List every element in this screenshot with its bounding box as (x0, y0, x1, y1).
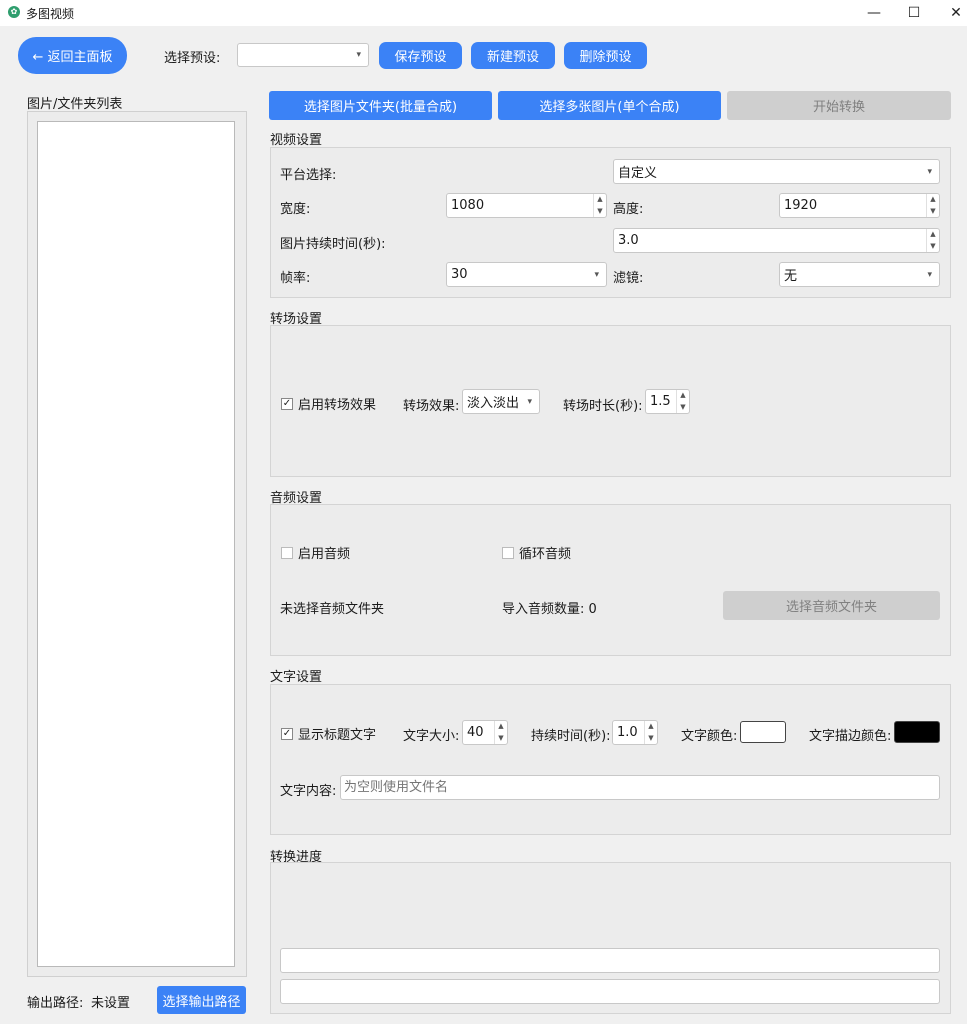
transition-effect-value: 淡入淡出 (467, 396, 520, 411)
text-size-label: 文字大小: (403, 729, 460, 744)
checkbox-unchecked-icon[interactable] (502, 546, 514, 559)
spin-down-icon[interactable]: ▼ (594, 206, 606, 218)
output-path-label: 输出路径: (27, 996, 84, 1011)
spin-up-icon[interactable]: ▲ (927, 229, 939, 241)
transition-effect-select[interactable]: 淡入淡出 ▾ (462, 389, 540, 414)
progress-bar-total (280, 979, 940, 1004)
enable-audio-label: 启用音频 (298, 547, 351, 562)
chevron-down-icon: ▾ (594, 269, 599, 280)
text-settings-title: 文字设置 (270, 670, 323, 685)
platform-label: 平台选择: (280, 168, 337, 183)
audio-folder-status: 未选择音频文件夹 (280, 602, 385, 617)
height-spinbox[interactable]: 1920 ▲ ▼ (779, 193, 940, 218)
chevron-down-icon: ▾ (527, 396, 532, 407)
checkbox-unchecked-icon[interactable] (281, 546, 293, 559)
chevron-down-icon: ▾ (356, 50, 361, 60)
spin-down-icon[interactable]: ▼ (495, 733, 507, 745)
image-duration-stepper[interactable]: ▲ ▼ (926, 229, 939, 252)
video-settings-title: 视频设置 (270, 133, 323, 148)
transition-duration-spinbox[interactable]: 1.5 ▲ ▼ (645, 389, 690, 414)
text-settings-group (270, 684, 951, 835)
image-duration-value: 3.0 (618, 233, 639, 248)
title-bar (0, 0, 967, 26)
loop-audio-label: 循环音频 (519, 547, 572, 562)
spin-down-icon[interactable]: ▼ (677, 402, 689, 414)
image-duration-spinbox[interactable]: 3.0 ▲ ▼ (613, 228, 940, 253)
fps-label: 帧率: (280, 271, 311, 286)
file-list-title: 图片/文件夹列表 (27, 97, 123, 112)
checkbox-checked-icon[interactable]: ✓ (281, 397, 293, 410)
chevron-down-icon: ▾ (927, 166, 932, 177)
chevron-down-icon: ▾ (927, 269, 932, 280)
text-color-swatch[interactable] (740, 721, 786, 743)
stroke-color-swatch[interactable] (894, 721, 940, 743)
maximize-icon[interactable]: ☐ (891, 0, 937, 26)
enable-transition-checkbox[interactable]: ✓ 启用转场效果 (281, 394, 376, 413)
show-title-text-label: 显示标题文字 (298, 728, 377, 743)
spin-up-icon[interactable]: ▲ (677, 390, 689, 402)
spin-up-icon[interactable]: ▲ (645, 721, 657, 733)
enable-transition-label: 启用转场效果 (298, 398, 377, 413)
text-size-value: 40 (467, 725, 484, 740)
loop-audio-checkbox[interactable]: 循环音频 (502, 543, 571, 562)
spin-up-icon[interactable]: ▲ (927, 194, 939, 206)
height-stepper[interactable]: ▲ ▼ (926, 194, 939, 217)
height-label: 高度: (613, 202, 644, 217)
text-duration-spinbox[interactable]: 1.0 ▲ ▼ (612, 720, 658, 745)
back-to-main-button[interactable]: ← 返回主面板 (18, 37, 127, 74)
preset-select[interactable]: ▾ (237, 43, 369, 67)
width-spinbox[interactable]: 1080 ▲ ▼ (446, 193, 607, 218)
output-path-value: 未设置 (91, 996, 131, 1011)
file-list[interactable] (37, 121, 235, 967)
text-color-label: 文字颜色: (681, 729, 738, 744)
width-label: 宽度: (280, 202, 311, 217)
close-icon[interactable]: ✕ (933, 0, 967, 26)
text-content-input[interactable] (340, 775, 940, 800)
text-duration-value: 1.0 (617, 725, 638, 740)
select-image-folder-button[interactable]: 选择图片文件夹(批量合成) (269, 91, 492, 120)
spin-up-icon[interactable]: ▲ (594, 194, 606, 206)
stroke-color-label: 文字描边颜色: (809, 729, 892, 744)
text-content-label: 文字内容: (280, 784, 337, 799)
transition-duration-value: 1.5 (650, 394, 671, 409)
spin-up-icon[interactable]: ▲ (495, 721, 507, 733)
width-value: 1080 (451, 198, 485, 213)
transition-duration-stepper[interactable]: ▲ ▼ (676, 390, 689, 413)
audio-count-label: 导入音频数量: 0 (502, 602, 597, 617)
filter-label: 滤镜: (613, 271, 644, 286)
platform-select-value: 自定义 (618, 166, 658, 181)
width-stepper[interactable]: ▲ ▼ (593, 194, 606, 217)
enable-audio-checkbox[interactable]: 启用音频 (281, 543, 350, 562)
preset-label: 选择预设: (164, 51, 221, 66)
spin-down-icon[interactable]: ▼ (927, 241, 939, 253)
progress-bar-current (280, 948, 940, 973)
checkbox-checked-icon[interactable]: ✓ (281, 727, 293, 740)
image-duration-label: 图片持续时间(秒): (280, 237, 386, 252)
choose-audio-folder-button[interactable]: 选择音频文件夹 (723, 591, 940, 620)
fps-select-value: 30 (451, 267, 468, 282)
start-convert-button[interactable]: 开始转换 (727, 91, 951, 120)
app-logo-icon: ✿ (8, 6, 20, 18)
transition-duration-label: 转场时长(秒): (563, 399, 643, 414)
show-title-text-checkbox[interactable]: ✓ 显示标题文字 (281, 724, 376, 743)
text-size-stepper[interactable]: ▲ ▼ (494, 721, 507, 744)
text-duration-stepper[interactable]: ▲ ▼ (644, 721, 657, 744)
platform-select[interactable]: 自定义 ▾ (613, 159, 940, 184)
text-size-spinbox[interactable]: 40 ▲ ▼ (462, 720, 508, 745)
choose-output-path-button[interactable]: 选择输出路径 (157, 986, 246, 1014)
height-value: 1920 (784, 198, 818, 213)
select-multiple-images-button[interactable]: 选择多张图片(单个合成) (498, 91, 721, 120)
new-preset-button[interactable]: 新建预设 (471, 42, 555, 69)
window-title: 多图视频 (26, 7, 75, 21)
spin-down-icon[interactable]: ▼ (645, 733, 657, 745)
save-preset-button[interactable]: 保存预设 (379, 42, 462, 69)
transition-effect-label: 转场效果: (403, 399, 460, 414)
filter-select-value: 无 (784, 269, 798, 284)
delete-preset-button[interactable]: 删除预设 (564, 42, 647, 69)
text-duration-label: 持续时间(秒): (531, 729, 611, 744)
filter-select[interactable]: 无 ▾ (779, 262, 940, 287)
spin-down-icon[interactable]: ▼ (927, 206, 939, 218)
fps-select[interactable]: 30 ▾ (446, 262, 607, 287)
audio-settings-group (270, 504, 951, 656)
